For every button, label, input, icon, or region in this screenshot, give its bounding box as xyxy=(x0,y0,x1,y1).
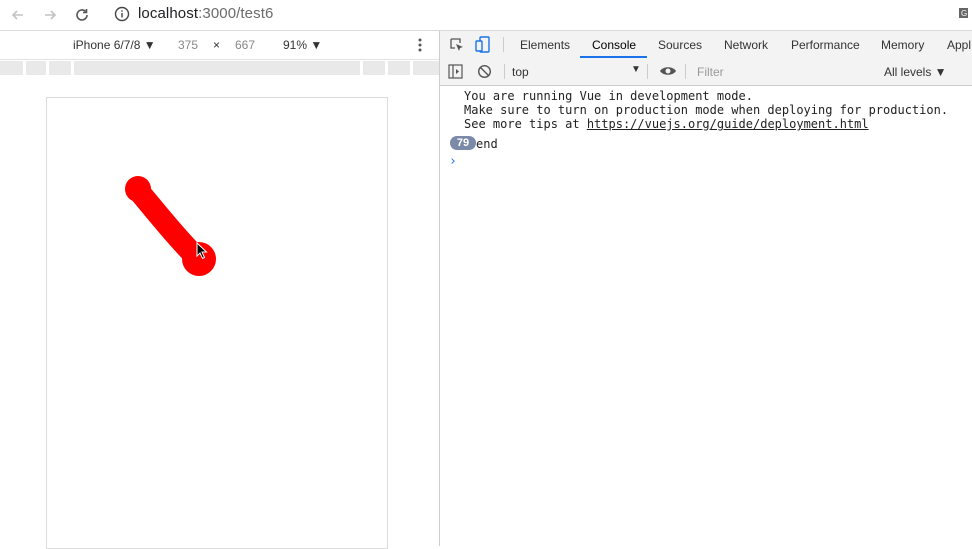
devtools-tab-bar: Elements Console Sources Network Perform… xyxy=(440,31,972,59)
arrow-left-icon xyxy=(11,10,23,20)
tab-console[interactable]: Console xyxy=(592,38,636,52)
browser-toolbar: localhost:3000/test6 G xyxy=(0,0,972,31)
tab-sources[interactable]: Sources xyxy=(658,38,702,52)
console-log-entry: end xyxy=(476,137,498,151)
clear-console-icon[interactable] xyxy=(477,64,492,79)
tab-performance[interactable]: Performance xyxy=(791,38,860,52)
toolbar-divider xyxy=(504,64,505,79)
url-host: localhost xyxy=(138,5,199,22)
dimension-separator: × xyxy=(213,38,221,52)
toolbar-divider xyxy=(503,37,504,52)
repeat-count-badge: 79 xyxy=(450,136,476,150)
sidebar-toggle-icon[interactable] xyxy=(448,64,463,79)
reload-icon xyxy=(76,9,88,21)
reload-button[interactable] xyxy=(70,3,94,27)
device-screen[interactable] xyxy=(46,97,388,549)
device-toolbar: iPhone 6/7/8 ▼ 375 × 667 91% ▼ xyxy=(0,31,439,60)
inspect-element-icon[interactable] xyxy=(449,37,465,53)
toolbar-divider xyxy=(647,64,648,79)
zoom-select[interactable]: 91% ▼ xyxy=(283,38,322,52)
console-message-line: Make sure to turn on production mode whe… xyxy=(464,103,949,117)
red-stroke-shape[interactable] xyxy=(47,98,387,548)
context-dropdown-icon[interactable]: ▼ xyxy=(631,64,641,75)
console-output: You are running Vue in development mode.… xyxy=(440,86,972,546)
tab-memory[interactable]: Memory xyxy=(881,38,924,52)
more-options-icon[interactable] xyxy=(418,38,422,52)
device-select[interactable]: iPhone 6/7/8 ▼ xyxy=(73,38,156,52)
console-prompt-icon[interactable]: › xyxy=(449,154,457,169)
tab-network[interactable]: Network xyxy=(724,38,768,52)
device-toggle-icon[interactable] xyxy=(475,36,491,53)
toolbar-divider xyxy=(685,64,686,79)
back-button[interactable] xyxy=(6,3,30,27)
info-icon[interactable] xyxy=(114,6,130,22)
levels-select[interactable]: All levels ▼ xyxy=(884,65,947,79)
filter-input[interactable]: Filter xyxy=(697,65,724,79)
vue-docs-link[interactable]: https://vuejs.org/guide/deployment.html xyxy=(587,117,869,131)
translate-icon[interactable]: G xyxy=(958,7,972,23)
url-path: :3000/test6 xyxy=(198,5,274,22)
tab-application[interactable]: Appl xyxy=(947,38,971,52)
console-message-line: You are running Vue in development mode. xyxy=(464,89,753,103)
arrow-right-icon xyxy=(45,10,57,20)
console-toolbar: top ▼ Filter All levels ▼ xyxy=(440,58,972,86)
eye-icon[interactable] xyxy=(659,65,677,77)
device-height-input[interactable]: 667 xyxy=(235,38,255,52)
device-width-input[interactable]: 375 xyxy=(178,38,198,52)
svg-text:G: G xyxy=(961,9,967,18)
context-select[interactable]: top xyxy=(512,65,529,79)
forward-button[interactable] xyxy=(38,3,62,27)
media-query-ruler[interactable] xyxy=(0,60,439,76)
mouse-cursor-icon xyxy=(196,242,208,260)
tab-elements[interactable]: Elements xyxy=(520,38,570,52)
address-bar[interactable]: localhost:3000/test6 xyxy=(138,5,273,22)
console-message-text: See more tips at xyxy=(464,117,587,131)
console-message-line: See more tips at https://vuejs.org/guide… xyxy=(464,117,869,131)
